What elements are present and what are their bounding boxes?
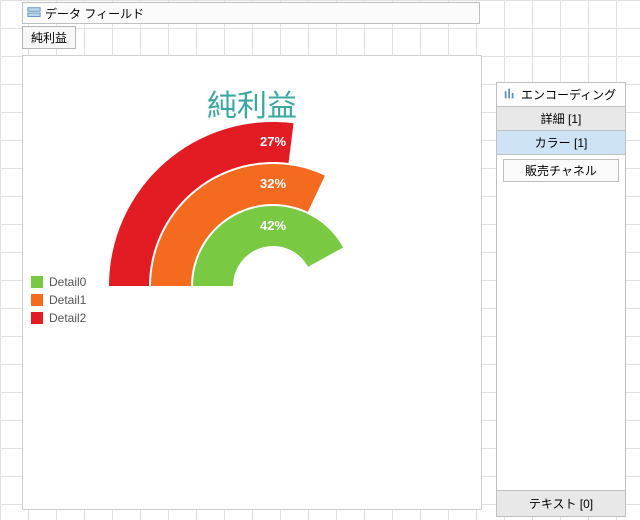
encoding-color-row[interactable]: カラー [1] <box>497 131 625 155</box>
encoding-text-label: テキスト [0] <box>529 497 593 511</box>
legend-item: Detail0 <box>31 275 86 289</box>
encoding-title: エンコーディング <box>521 86 616 103</box>
radial-bar-chart: 42% 32% 27% <box>23 106 483 506</box>
legend-swatch <box>31 276 43 288</box>
encoding-panel: エンコーディング 詳細 [1] カラー [1] 販売チャネル テキスト [0] <box>496 82 626 517</box>
encoding-drop-area[interactable] <box>497 186 625 490</box>
data-fields-bar[interactable]: データ フィールド <box>22 2 480 24</box>
data-fields-icon <box>27 6 41 20</box>
data-fields-label: データ フィールド <box>45 5 144 22</box>
encoding-text-row[interactable]: テキスト [0] <box>497 490 625 516</box>
radial-bar-value-label: 42% <box>260 218 286 233</box>
legend-item: Detail2 <box>31 311 86 325</box>
chart-container[interactable]: 純利益 42%32%27% Detail0 Detail1 Detail2 <box>22 55 482 510</box>
encoding-color-label: カラー [1] <box>535 136 588 150</box>
legend-swatch <box>31 312 43 324</box>
field-chip-label: 純利益 <box>31 31 67 45</box>
encoding-header: エンコーディング <box>497 83 625 107</box>
encoding-field-chip[interactable]: 販売チャネル <box>503 159 619 182</box>
radial-bar-value-label: 32% <box>260 176 286 191</box>
encoding-details-row[interactable]: 詳細 [1] <box>497 107 625 131</box>
field-chip-profit[interactable]: 純利益 <box>22 26 76 49</box>
legend-item: Detail1 <box>31 293 86 307</box>
encoding-details-label: 詳細 [1] <box>541 112 582 126</box>
encoding-icon <box>503 86 517 103</box>
chart-legend: Detail0 Detail1 Detail2 <box>31 271 86 329</box>
legend-label: Detail2 <box>49 311 86 325</box>
legend-label: Detail0 <box>49 275 86 289</box>
encoding-field-label: 販売チャネル <box>525 164 597 178</box>
radial-bar-value-label: 27% <box>260 134 286 149</box>
legend-label: Detail1 <box>49 293 86 307</box>
legend-swatch <box>31 294 43 306</box>
